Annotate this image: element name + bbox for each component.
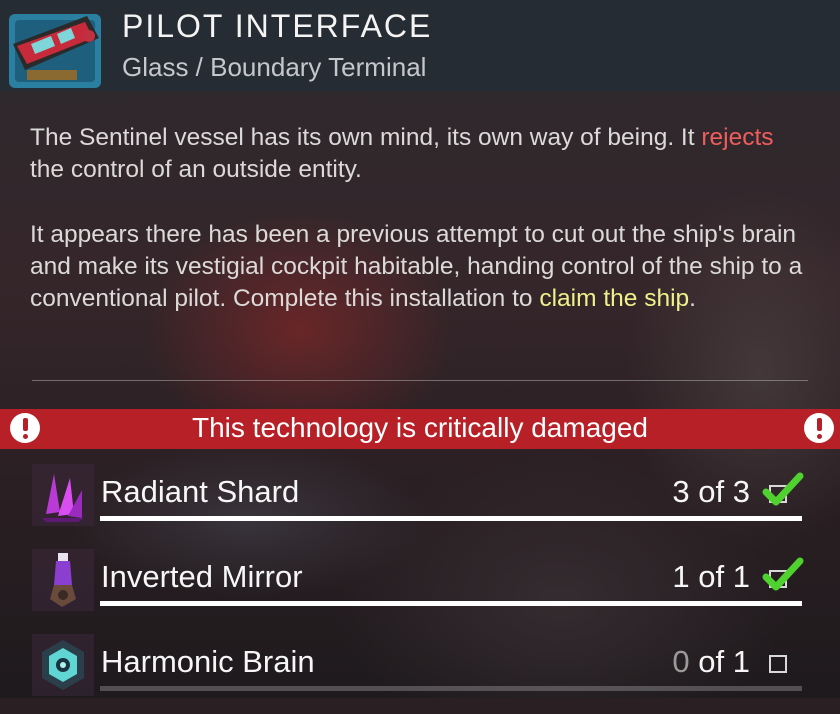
component-row-inverted-mirror[interactable]: Inverted Mirror 1 of 1 bbox=[0, 549, 840, 629]
pilot-interface-tech-icon bbox=[9, 14, 101, 88]
checkbox bbox=[769, 655, 787, 673]
inverted-mirror-icon bbox=[32, 549, 94, 611]
component-count: 3 of 3 bbox=[672, 474, 750, 509]
progress-bar bbox=[100, 516, 802, 521]
component-count: 1 of 1 bbox=[672, 559, 750, 594]
description-paragraph-1: The Sentinel vessel has its own mind, it… bbox=[30, 124, 774, 183]
harmonic-brain-icon bbox=[32, 634, 94, 696]
check-icon bbox=[762, 557, 804, 591]
progress-bar bbox=[100, 601, 802, 606]
check-icon bbox=[762, 472, 804, 506]
header: PILOT INTERFACE Glass / Boundary Termina… bbox=[0, 0, 840, 91]
exclamation-icon bbox=[804, 413, 834, 443]
divider bbox=[32, 380, 808, 381]
component-name: Radiant Shard bbox=[101, 474, 300, 509]
damage-alert-banner: This technology is critically damaged bbox=[0, 409, 840, 449]
damage-alert-text: This technology is critically damaged bbox=[192, 412, 648, 443]
highlight-claim-ship: claim the ship bbox=[539, 285, 690, 312]
description-paragraph-2: It appears there has been a previous att… bbox=[30, 221, 803, 312]
component-name: Inverted Mirror bbox=[101, 559, 303, 594]
progress-bar bbox=[100, 686, 802, 691]
page-title: PILOT INTERFACE bbox=[122, 8, 433, 44]
highlight-rejects: rejects bbox=[701, 124, 774, 151]
component-name: Harmonic Brain bbox=[101, 644, 315, 679]
component-count: 0 of 1 bbox=[672, 644, 750, 679]
description: The Sentinel vessel has its own mind, it… bbox=[30, 122, 810, 348]
component-row-harmonic-brain[interactable]: Harmonic Brain 0 of 1 bbox=[0, 634, 840, 714]
component-row-radiant-shard[interactable]: Radiant Shard 3 of 3 bbox=[0, 464, 840, 544]
page-subtitle: Glass / Boundary Terminal bbox=[122, 52, 427, 82]
radiant-shard-icon bbox=[32, 464, 94, 526]
